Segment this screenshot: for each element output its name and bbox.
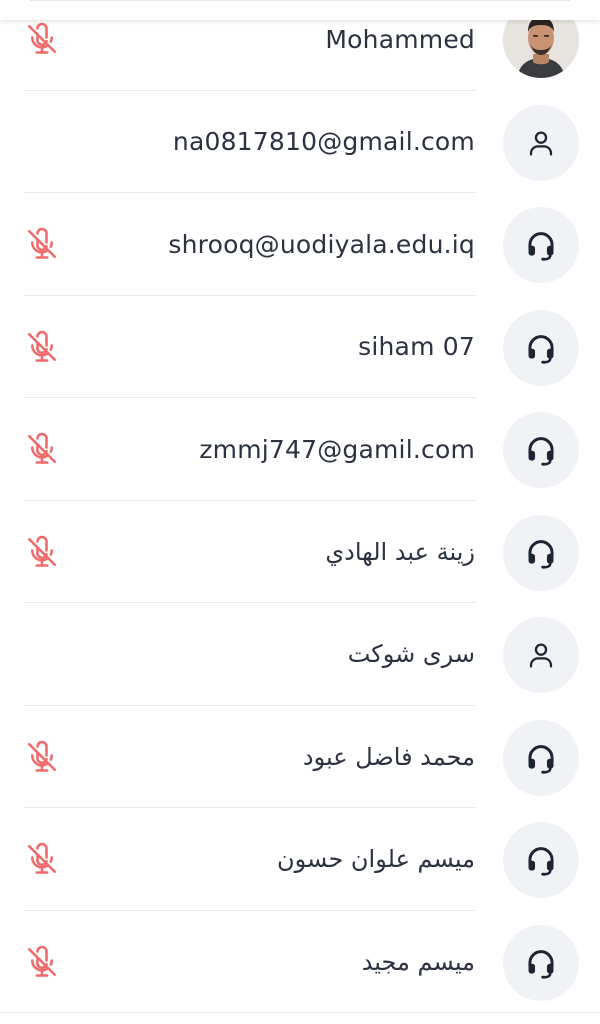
mic-muted-icon[interactable] [24,329,60,365]
avatar [503,822,579,898]
mic-muted-icon[interactable] [24,431,60,467]
person-icon [525,639,557,671]
mic-muted-icon[interactable] [24,944,60,980]
avatar [503,207,579,283]
participant-name: shrooq@uodiyala.edu.iq [168,229,475,259]
mic-muted-icon[interactable] [24,841,60,877]
avatar [503,719,579,796]
headset-icon [524,741,558,775]
participant-row[interactable]: محمد فاضل عبود [0,706,600,808]
headset-icon [524,946,558,980]
participant-row[interactable]: سرى شوكت [0,603,600,706]
participant-name: سرى شوكت [347,640,475,668]
mic-muted-icon[interactable] [24,21,60,57]
participant-row[interactable]: shrooq@uodiyala.edu.iq [0,193,600,296]
mic-muted-icon[interactable] [24,739,60,775]
participant-name: محمد فاضل عبود [302,742,475,771]
top-bar [0,0,600,20]
avatar [503,104,579,181]
headset-icon [524,433,558,467]
row-divider [0,1012,600,1013]
participants-screen: Mohammed na0817810@gmail.com shrooq@uodi… [0,0,600,1024]
top-bar-divider [30,0,570,1]
participant-name: زينة عبد الهادي [325,537,475,566]
participant-row[interactable]: ميسم علوان حسون [0,808,600,911]
participant-name: zmmj747@gamil.com [199,434,475,464]
participant-row[interactable]: na0817810@gmail.com [0,91,600,193]
mic-muted-icon[interactable] [24,226,60,262]
avatar [503,924,579,1001]
participant-name: ميسم علوان حسون [277,845,475,873]
participant-name: ميسم مجيد [361,947,475,976]
avatar [503,514,579,591]
participant-name: na0817810@gmail.com [172,127,475,156]
headset-icon [524,228,558,262]
participant-row[interactable]: زينة عبد الهادي [0,501,600,603]
participant-row[interactable]: ميسم مجيد [0,911,600,1013]
headset-icon [524,331,558,365]
participant-row[interactable]: zmmj747@gamil.com [0,398,600,501]
avatar [503,309,579,386]
participant-row[interactable]: siham 07 [0,296,600,398]
person-icon [525,127,557,159]
headset-icon [524,843,558,877]
participant-name: siham 07 [358,332,475,361]
avatar [503,617,579,693]
mic-muted-icon[interactable] [24,534,60,570]
avatar [503,412,579,488]
headset-icon [524,536,558,570]
participants-list[interactable]: Mohammed na0817810@gmail.com shrooq@uodi… [0,0,600,1013]
